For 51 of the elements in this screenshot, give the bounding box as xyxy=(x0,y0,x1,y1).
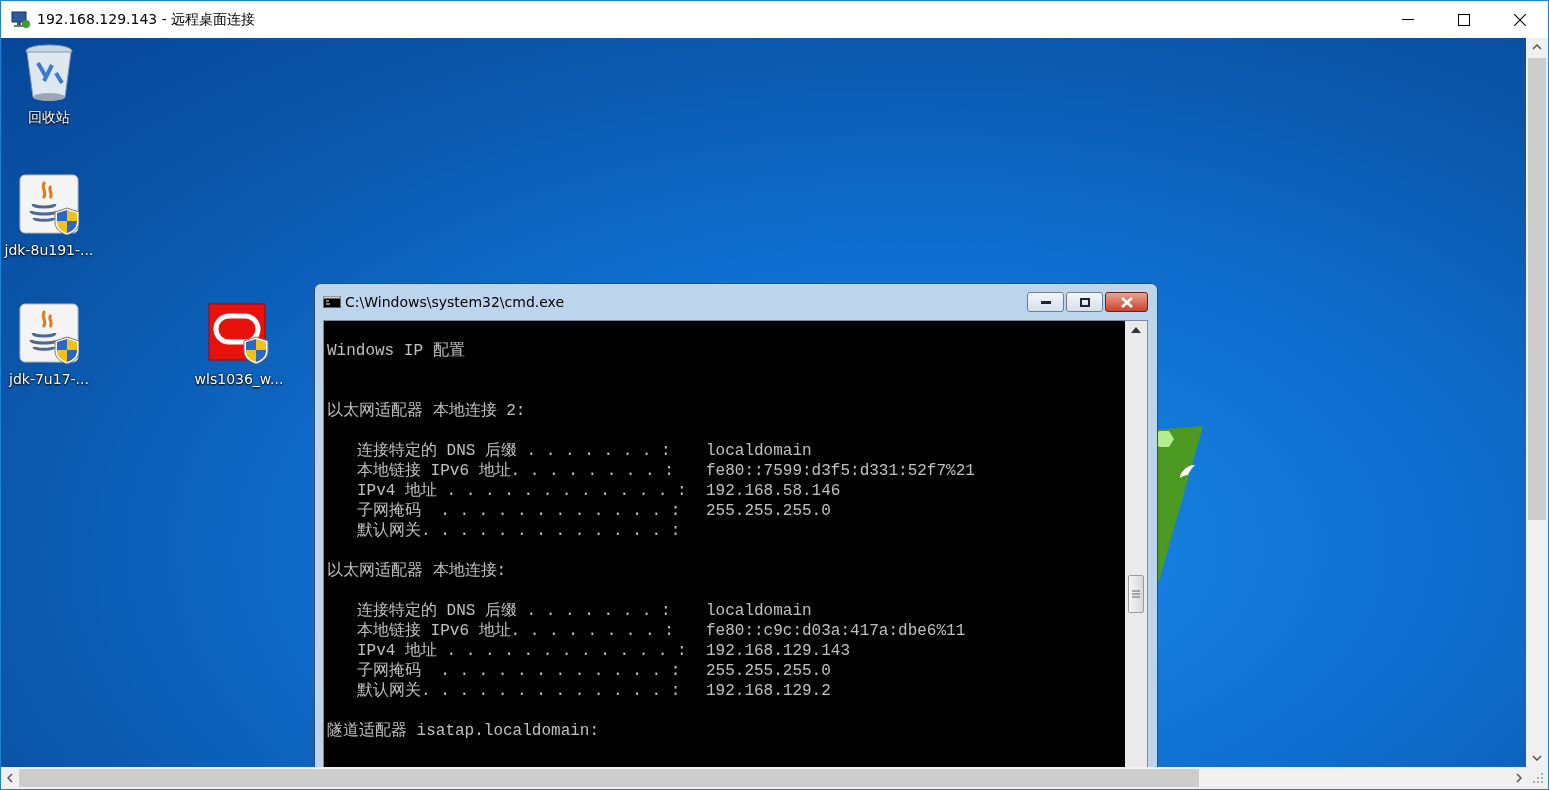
console-value: 192.168.129.143 xyxy=(706,641,851,661)
console-label: 本地链接 IPv6 地址. . . . . . . . : xyxy=(357,621,675,641)
console-scrollbar[interactable] xyxy=(1125,321,1147,767)
scroll-up-icon[interactable] xyxy=(1131,327,1141,333)
java-installer-icon[interactable] xyxy=(19,303,79,365)
console-value: localdomain xyxy=(706,601,812,621)
console-value: fe80::c9c:d03a:417a:dbe6%11 xyxy=(706,621,966,641)
remote-desktop-icon xyxy=(11,10,31,29)
console-heading: 以太网适配器 本地连接 2: xyxy=(327,401,527,421)
console-title: C:\Windows\system32\cmd.exe xyxy=(345,292,565,312)
console-icon xyxy=(323,296,341,308)
scrollbar-thumb[interactable] xyxy=(1128,575,1144,613)
console-label: 连接特定的 DNS 后缀 . . . . . . . : xyxy=(357,601,672,621)
console-value: localdomain xyxy=(706,441,812,461)
console-heading: Windows IP 配置 xyxy=(327,341,466,361)
icon-label[interactable]: 回收站 xyxy=(28,107,70,128)
icon-label[interactable]: jdk-7u17-... xyxy=(9,369,89,390)
oracle-installer-icon[interactable] xyxy=(208,303,270,365)
console-value: fe80::7599:d3f5:d331:52f7%21 xyxy=(706,461,975,481)
scrollbar-thumb[interactable] xyxy=(1528,58,1546,520)
console-label: 连接特定的 DNS 后缀 . . . . . . . : xyxy=(357,441,672,461)
icon-label[interactable]: wls1036_w... xyxy=(194,369,284,390)
maximize-button[interactable] xyxy=(1066,292,1103,312)
scrollbar-thumb[interactable] xyxy=(19,769,1199,787)
java-installer-icon[interactable] xyxy=(19,174,79,236)
resize-grip-icon[interactable] xyxy=(1532,772,1544,784)
recycle-bin-icon[interactable] xyxy=(24,43,74,103)
restore-icon[interactable] xyxy=(1079,297,1090,307)
minimize-icon[interactable] xyxy=(1402,18,1414,21)
maximize-icon[interactable] xyxy=(1458,13,1470,26)
vertical-scrollbar[interactable] xyxy=(1526,38,1548,767)
console-label: 默认网关. . . . . . . . . . . . . : xyxy=(357,521,682,541)
console-value: 255.255.255.0 xyxy=(706,501,831,521)
console-label: 默认网关. . . . . . . . . . . . . : xyxy=(357,681,682,701)
console-label: IPv4 地址 . . . . . . . . . . . . : xyxy=(357,641,688,661)
console-value: 255.255.255.0 xyxy=(706,661,831,681)
console-heading: 以太网适配器 本地连接: xyxy=(327,561,508,581)
console-label: 本地链接 IPv6 地址. . . . . . . . : xyxy=(357,461,675,481)
horizontal-scrollbar[interactable] xyxy=(1,767,1548,789)
close-button[interactable] xyxy=(1105,292,1148,312)
close-icon[interactable] xyxy=(1514,13,1526,26)
console-label: 子网掩码 . . . . . . . . . . . . : xyxy=(357,501,682,521)
console-value: 192.168.58.146 xyxy=(706,481,841,501)
minimize-icon[interactable] xyxy=(1040,300,1051,304)
console-label: IPv4 地址 . . . . . . . . . . . . : xyxy=(357,481,688,501)
console-heading: 隧道适配器 isatap.localdomain: xyxy=(327,721,601,741)
icon-label[interactable]: jdk-8u191-... xyxy=(4,240,94,261)
window-title: 192.168.129.143 - 远程桌面连接 xyxy=(37,10,256,29)
minimize-button[interactable] xyxy=(1027,292,1064,312)
console-label: 子网掩码 . . . . . . . . . . . . : xyxy=(357,661,682,681)
console-value: 192.168.129.2 xyxy=(706,681,831,701)
